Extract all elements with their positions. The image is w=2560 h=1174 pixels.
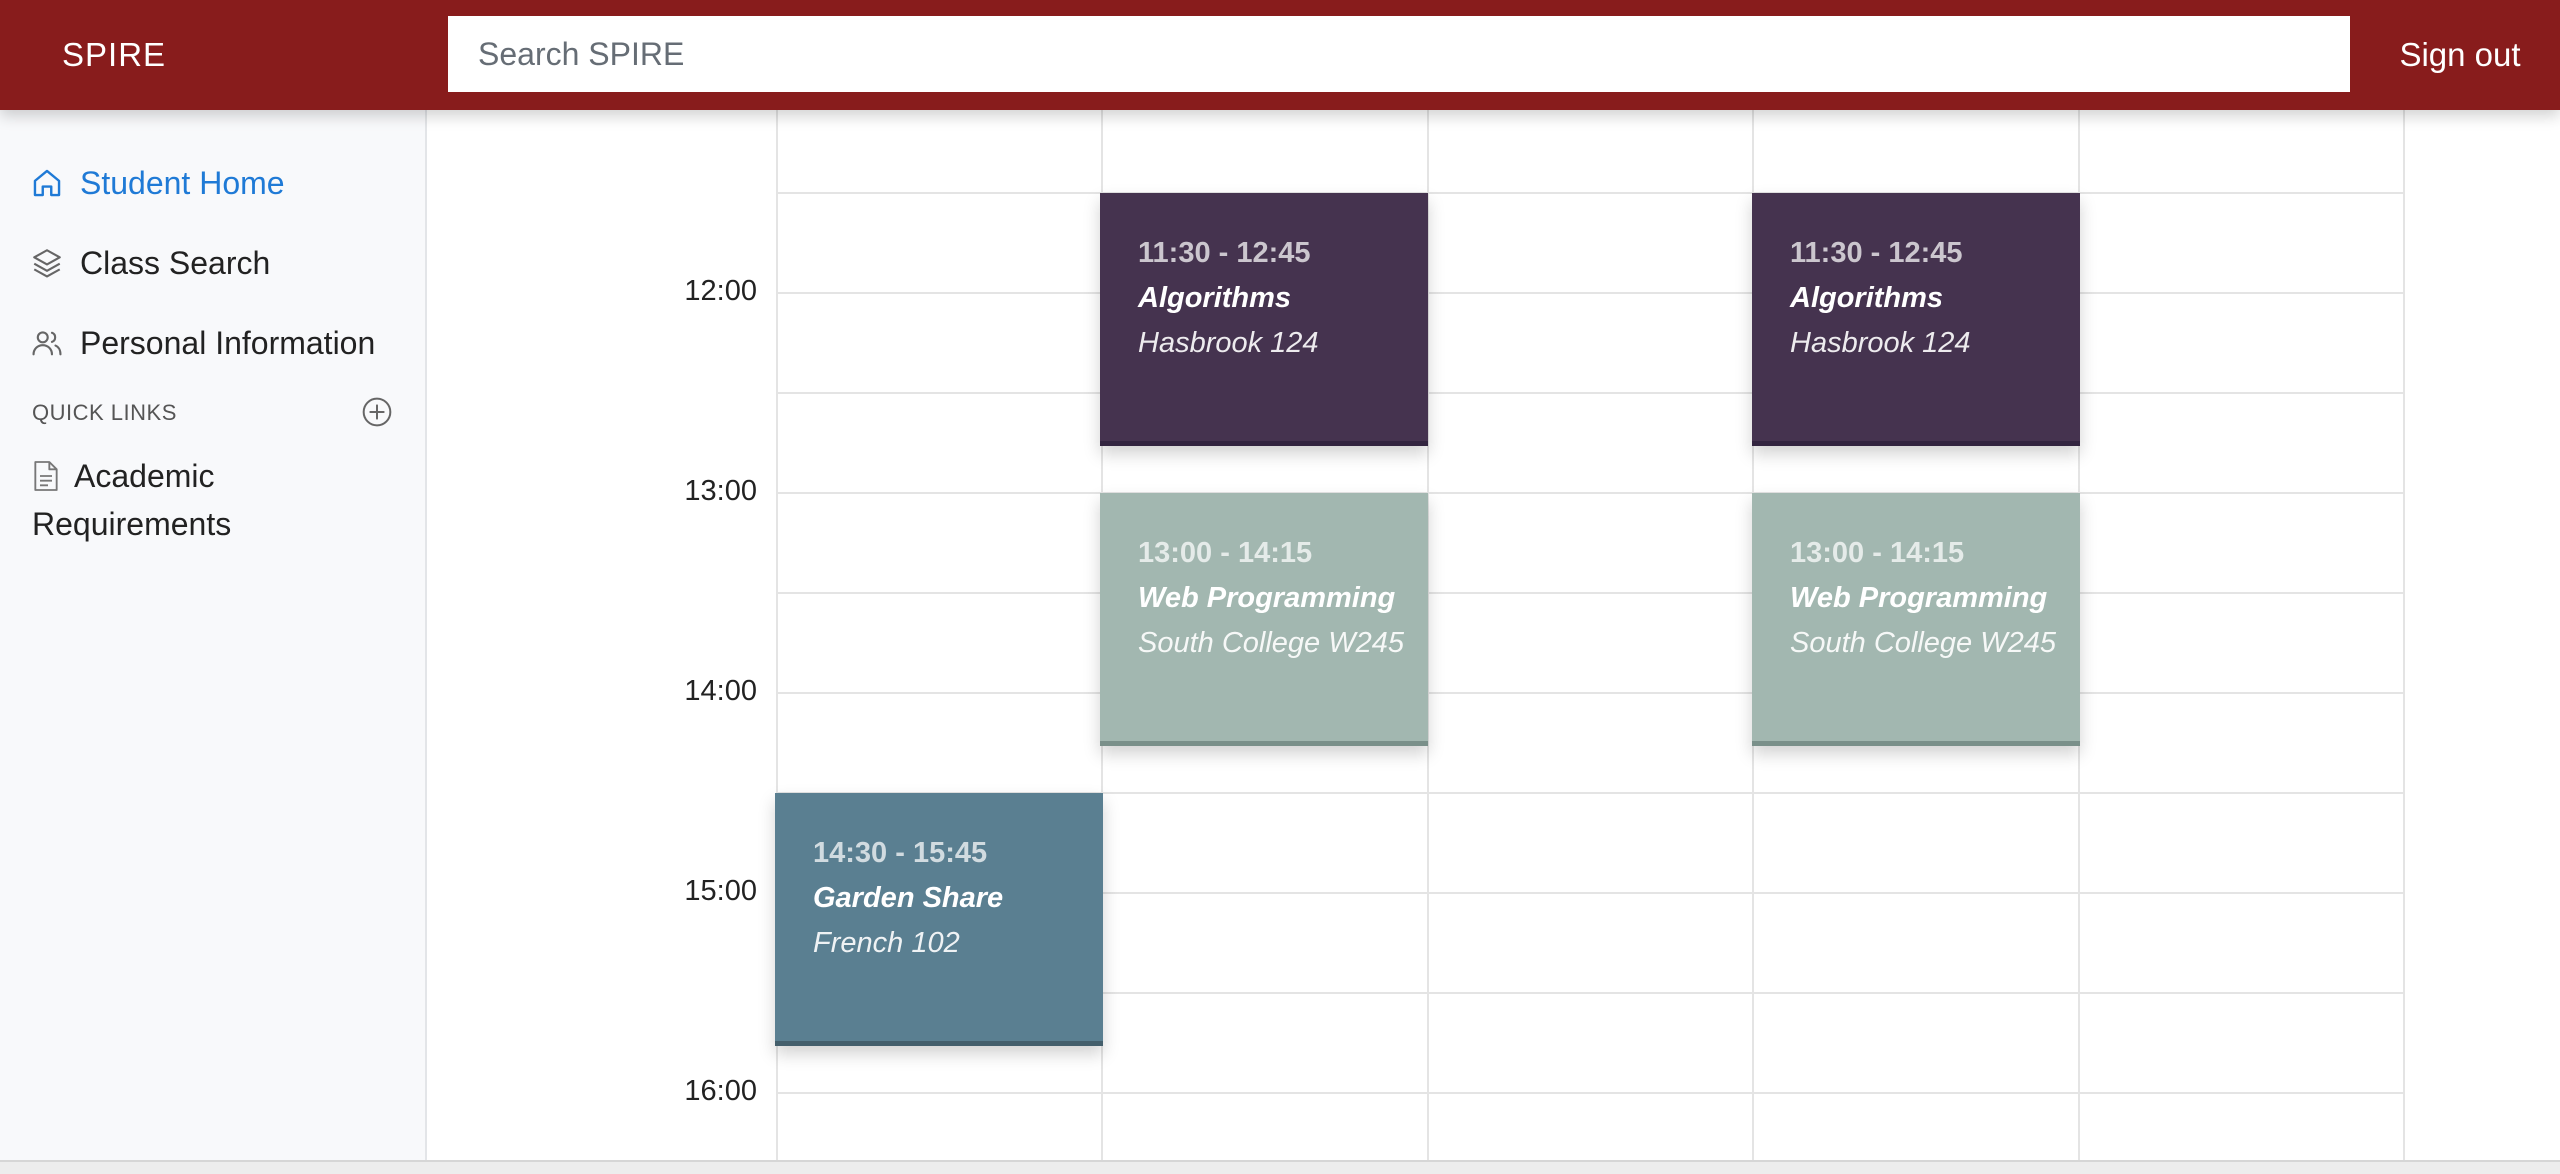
class-event[interactable]: 13:00 - 14:15 Web Programming South Coll… bbox=[1100, 493, 1428, 746]
event-time: 11:30 - 12:45 bbox=[1138, 237, 1311, 269]
event-location: South College W245 bbox=[1790, 627, 2056, 659]
event-course-name: Web Programming bbox=[1790, 582, 2048, 614]
class-event[interactable]: 11:30 - 12:45 Algorithms Hasbrook 124 bbox=[1752, 193, 2080, 446]
sidebar-item-student-home[interactable]: Student Home bbox=[30, 153, 285, 213]
quick-link-label: Academic Requirements bbox=[32, 458, 232, 542]
grid-line bbox=[777, 592, 2405, 594]
sidebar-item-label: Class Search bbox=[80, 244, 271, 281]
top-header: SPIRE Sign out bbox=[0, 0, 2560, 110]
layers-icon bbox=[33, 249, 61, 278]
event-location: Hasbrook 124 bbox=[1790, 327, 1971, 359]
grid-line bbox=[777, 492, 2405, 494]
sidebar: Student Home Class Search Personal Infor… bbox=[0, 110, 427, 1162]
day-divider bbox=[2403, 110, 2405, 1162]
sidebar-item-personal-information[interactable]: Personal Information bbox=[30, 313, 375, 373]
document-icon bbox=[34, 461, 58, 491]
event-course-name: Garden Share bbox=[813, 882, 1004, 914]
weekly-schedule: 12:00 13:00 14:00 15:00 16:00 11:30 - 12… bbox=[427, 110, 2560, 1162]
event-course-name: Web Programming bbox=[1138, 582, 1396, 614]
event-time: 11:30 - 12:45 bbox=[1790, 237, 1963, 269]
plus-circle-icon[interactable] bbox=[361, 396, 393, 428]
event-location: French 102 bbox=[813, 927, 960, 959]
sidebar-item-class-search[interactable]: Class Search bbox=[30, 233, 270, 293]
quick-link-academic-requirements[interactable]: Academic Requirements bbox=[32, 452, 372, 548]
spire-logo[interactable]: SPIRE bbox=[62, 0, 166, 110]
class-event[interactable]: 14:30 - 15:45 Garden Share French 102 bbox=[775, 793, 1103, 1046]
grid-line bbox=[777, 192, 2405, 194]
time-label: 14:00 bbox=[684, 675, 757, 707]
grid-line bbox=[777, 692, 2405, 694]
time-label: 16:00 bbox=[684, 1075, 757, 1107]
class-event[interactable]: 11:30 - 12:45 Algorithms Hasbrook 124 bbox=[1100, 193, 1428, 446]
event-course-name: Algorithms bbox=[1138, 282, 1292, 314]
search-input[interactable] bbox=[448, 16, 2350, 92]
people-icon bbox=[32, 331, 62, 356]
sidebar-item-label: Student Home bbox=[80, 164, 285, 201]
event-time: 14:30 - 15:45 bbox=[813, 837, 988, 869]
event-location: Hasbrook 124 bbox=[1138, 327, 1319, 359]
class-event[interactable]: 13:00 - 14:15 Web Programming South Coll… bbox=[1752, 493, 2080, 746]
sign-out-button[interactable]: Sign out bbox=[2360, 0, 2560, 110]
event-time: 13:00 - 14:15 bbox=[1790, 537, 1965, 569]
time-label: 15:00 bbox=[684, 875, 757, 907]
event-course-name: Algorithms bbox=[1790, 282, 1944, 314]
grid-line bbox=[777, 292, 2405, 294]
grid-line bbox=[777, 392, 2405, 394]
home-icon bbox=[33, 169, 61, 197]
event-time: 13:00 - 14:15 bbox=[1138, 537, 1313, 569]
time-label: 12:00 bbox=[684, 275, 757, 307]
time-label: 13:00 bbox=[684, 475, 757, 507]
sidebar-item-label: Personal Information bbox=[80, 324, 376, 361]
event-location: South College W245 bbox=[1138, 627, 1404, 659]
grid-line bbox=[777, 1092, 2405, 1094]
quick-links-title: QUICK LINKS bbox=[32, 400, 177, 425]
